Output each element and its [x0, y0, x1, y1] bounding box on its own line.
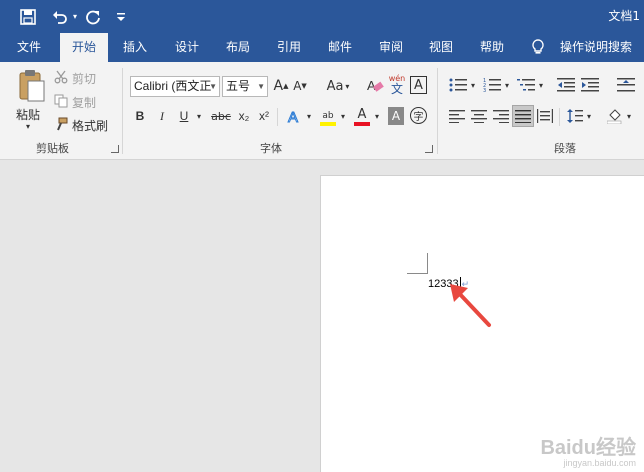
tell-me-search[interactable]: 操作说明搜索: [556, 33, 636, 62]
font-name-select[interactable]: Calibri (西文正 ▼: [130, 76, 220, 97]
redo-icon[interactable]: [82, 0, 104, 33]
multilevel-list-icon[interactable]: [516, 75, 536, 95]
document-canvas[interactable]: 12333 ↵ Baidu经验 jingyan.baidu.com: [0, 161, 644, 472]
undo-icon[interactable]: [48, 0, 72, 33]
underline-button[interactable]: U: [176, 107, 192, 125]
justify-icon[interactable]: [512, 105, 534, 127]
tab-home[interactable]: 开始: [60, 33, 108, 62]
multilevel-dropdown-icon[interactable]: ▾: [536, 75, 546, 95]
tab-insert[interactable]: 插入: [114, 33, 156, 62]
copy-button[interactable]: 复制: [72, 94, 96, 111]
lightbulb-icon[interactable]: [528, 33, 548, 62]
character-shading-icon[interactable]: A: [388, 107, 404, 125]
margin-corner-mark: [427, 253, 428, 274]
font-size-select[interactable]: 五号 ▼: [222, 76, 268, 97]
clipboard-group-label: 剪贴板: [36, 142, 69, 155]
tab-references[interactable]: 引用: [268, 33, 310, 62]
grow-font-icon[interactable]: A ▲: [273, 77, 289, 95]
character-border-icon[interactable]: A: [410, 76, 427, 94]
svg-text:A: A: [288, 109, 298, 125]
copy-icon[interactable]: [54, 94, 68, 108]
increase-indent-icon[interactable]: [580, 75, 600, 95]
decrease-indent-icon[interactable]: [556, 75, 576, 95]
shrink-font-icon[interactable]: A ▼: [292, 77, 308, 95]
tab-mailings[interactable]: 邮件: [319, 33, 361, 62]
clipboard-launcher-icon[interactable]: [111, 145, 119, 153]
bullets-icon[interactable]: [448, 75, 468, 95]
paragraph-inline-separator: [559, 108, 560, 126]
font-group-label: 字体: [260, 142, 282, 155]
enclose-characters-icon[interactable]: 字: [410, 107, 427, 124]
title-bar: ▾ 文档1: [0, 0, 644, 33]
tab-help[interactable]: 帮助: [471, 33, 513, 62]
tab-view[interactable]: 视图: [420, 33, 462, 62]
customize-qat-icon[interactable]: [114, 0, 128, 33]
highlight-dropdown-icon[interactable]: ▾: [338, 107, 348, 125]
save-icon[interactable]: [14, 0, 42, 33]
paste-icon[interactable]: [14, 68, 48, 104]
chevron-down-icon: ▼: [257, 82, 265, 91]
font-size-value: 五号: [226, 79, 251, 93]
svg-text:A: A: [367, 78, 376, 93]
line-spacing-dropdown-icon[interactable]: ▾: [584, 107, 594, 125]
baidu-watermark: Baidu经验 jingyan.baidu.com: [540, 437, 636, 468]
font-color-swatch: [354, 122, 370, 126]
tab-layout[interactable]: 布局: [217, 33, 259, 62]
document-page[interactable]: 12333 ↵ Baidu经验 jingyan.baidu.com: [320, 175, 644, 472]
paragraph-group-label: 段落: [554, 142, 576, 155]
tab-design[interactable]: 设计: [166, 33, 208, 62]
paste-dropdown-icon[interactable]: ▾: [26, 122, 30, 131]
align-left-icon[interactable]: [448, 107, 466, 125]
bold-button[interactable]: B: [132, 107, 148, 125]
font-name-value: Calibri (西文正: [134, 79, 212, 93]
font-inline-separator: [277, 108, 278, 126]
annotation-arrow-icon: [450, 284, 491, 327]
highlight-color-swatch: [320, 122, 336, 126]
highlight-icon[interactable]: ab: [318, 105, 338, 127]
tab-file[interactable]: 文件: [8, 33, 50, 62]
tab-review[interactable]: 审阅: [370, 33, 412, 62]
ribbon-home: 粘贴 ▾ 剪切 复制 格式刷 剪贴板 Calibri (西文正 ▼ 五号 ▼ A…: [0, 62, 644, 160]
svg-text:3: 3: [483, 88, 486, 93]
underline-dropdown-icon[interactable]: ▾: [194, 107, 204, 125]
bullets-dropdown-icon[interactable]: ▾: [468, 75, 478, 95]
align-right-icon[interactable]: [492, 107, 510, 125]
superscript-button[interactable]: x²: [256, 107, 272, 125]
document-title: 文档1: [608, 9, 640, 23]
shading-dropdown-icon[interactable]: ▾: [624, 107, 634, 125]
align-center-icon[interactable]: [470, 107, 488, 125]
italic-button[interactable]: I: [154, 107, 170, 125]
font-color-dropdown-icon[interactable]: ▾: [372, 107, 382, 125]
chevron-down-icon: ▼: [209, 82, 217, 91]
numbering-icon[interactable]: 123: [482, 75, 502, 95]
subscript-button[interactable]: x₂: [236, 107, 252, 125]
strikethrough-button[interactable]: abc: [208, 107, 234, 125]
paste-label[interactable]: 粘贴: [16, 106, 40, 123]
phonetic-guide-icon[interactable]: wén 文: [388, 74, 406, 96]
text-effects-icon[interactable]: A: [286, 107, 304, 126]
change-case-icon[interactable]: Aa ▾: [324, 77, 352, 95]
scissors-icon[interactable]: [54, 70, 68, 84]
group-separator: [437, 68, 438, 154]
font-color-icon[interactable]: A: [352, 105, 372, 127]
clear-formatting-icon[interactable]: A: [366, 75, 384, 95]
ribbon-tabs: 文件 开始 插入 设计 布局 引用 邮件 审阅 视图 帮助 操作说明搜索: [0, 33, 644, 62]
line-spacing-icon[interactable]: [566, 107, 584, 125]
chinese-layout-icon[interactable]: [614, 75, 638, 95]
undo-dropdown-icon[interactable]: ▾: [70, 0, 80, 33]
margin-corner-mark: [407, 273, 427, 274]
font-launcher-icon[interactable]: [425, 145, 433, 153]
distributed-icon[interactable]: [536, 107, 554, 125]
group-separator: [122, 68, 123, 154]
cut-button[interactable]: 剪切: [72, 70, 96, 87]
format-painter-icon[interactable]: [54, 117, 68, 131]
format-painter-button[interactable]: 格式刷: [72, 117, 108, 134]
shading-icon[interactable]: [606, 107, 624, 125]
numbering-dropdown-icon[interactable]: ▾: [502, 75, 512, 95]
text-effects-dropdown-icon[interactable]: ▾: [304, 107, 314, 125]
